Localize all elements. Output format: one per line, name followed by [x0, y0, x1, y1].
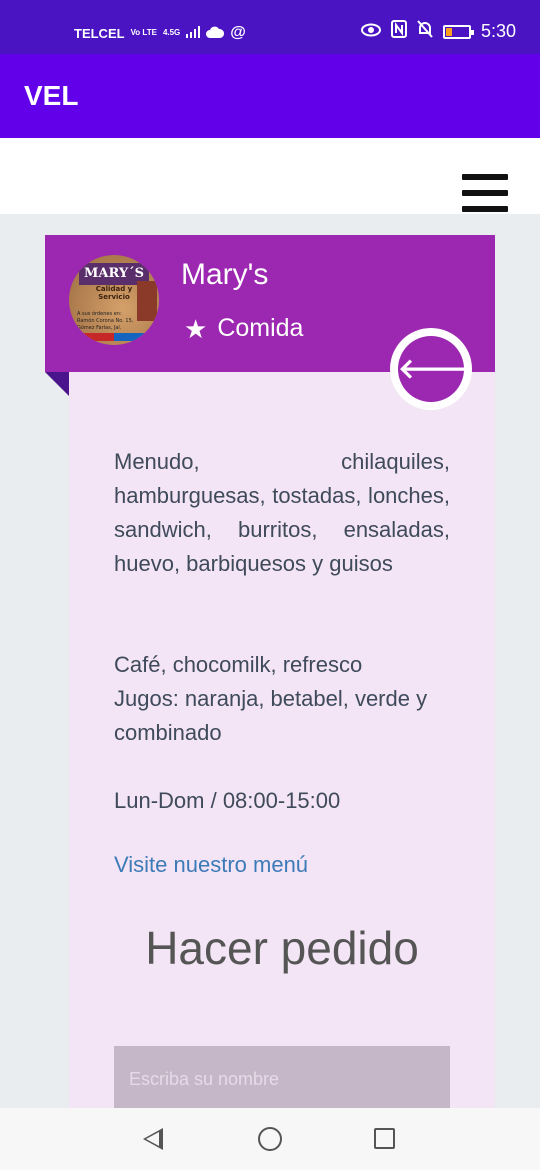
restaurant-logo: MARY´S Calidad y Servicio A sus órdenes … [69, 255, 159, 345]
logo-address-line: Gómez Farías, Jal. [77, 325, 122, 331]
ribbon-fold [45, 372, 69, 396]
nfc-icon [390, 20, 407, 43]
menu-strip [0, 138, 540, 214]
bell-off-icon [417, 20, 433, 43]
app-title: VEL [24, 80, 79, 111]
carrier-label: TELCEL [74, 25, 125, 41]
opening-hours: Lun-Dom / 08:00-15:00 [114, 788, 341, 813]
order-title: Hacer pedido [145, 922, 419, 974]
drinks-line-2: Jugos: naranja, betabel, verde y combina… [114, 686, 428, 745]
logo-address: A sus órdenes en: Ramón Corona No. 15, G… [77, 311, 133, 332]
status-bar: TELCEL Vo LTE 4.5G @ 5:30 [0, 0, 540, 54]
logo-food-image [137, 281, 157, 321]
signal-icon [186, 25, 201, 41]
status-left: TELCEL Vo LTE 4.5G @ [74, 24, 246, 42]
clock-time: 5:30 [480, 21, 516, 41]
cloud-icon [206, 26, 225, 41]
network-label: 4.5G [162, 28, 181, 37]
logo-address-line: Ramón Corona No. 15, [77, 318, 134, 324]
volte-label: Vo LTE [130, 28, 157, 37]
battery-icon [442, 24, 474, 39]
drinks-line-1: Café, chocomilk, refresco [114, 652, 363, 677]
back-button[interactable]: 🡐 [390, 328, 473, 410]
restaurant-name: Mary's [181, 258, 269, 291]
status-right: 5:30 [360, 20, 516, 43]
name-input[interactable] [114, 1046, 450, 1112]
hamburger-menu-icon[interactable] [462, 174, 508, 214]
eye-icon [360, 21, 381, 42]
system-nav-bar [0, 1108, 540, 1170]
nav-back-icon[interactable] [143, 1128, 163, 1150]
at-icon: @ [230, 24, 246, 41]
nav-home-icon[interactable] [258, 1127, 282, 1151]
app-bar: VEL [0, 54, 540, 138]
logo-address-line: A sus órdenes en: [77, 311, 122, 317]
restaurant-category: ★ Comida [184, 314, 303, 343]
menu-link[interactable]: Visite nuestro menú [114, 852, 308, 878]
star-icon: ★ [184, 313, 208, 344]
nav-recents-icon[interactable] [374, 1128, 395, 1149]
arrow-left-icon: 🡐 [398, 336, 473, 402]
logo-stripe [79, 333, 149, 341]
category-label: Comida [217, 314, 304, 342]
dishes-description: Menudo, chilaquiles, hamburguesas, tosta… [114, 449, 450, 576]
